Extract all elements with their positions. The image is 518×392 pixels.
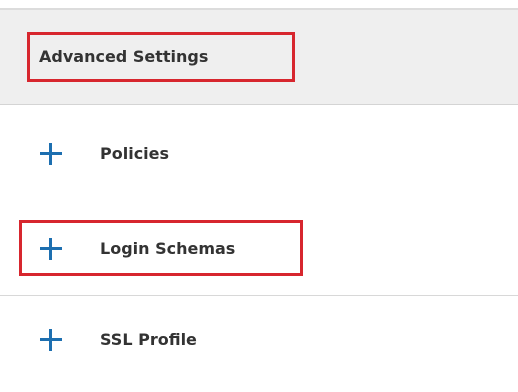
highlight-box-login-schemas <box>19 220 303 276</box>
plus-icon[interactable] <box>40 143 62 165</box>
row-ssl-profile[interactable]: SSL Profile <box>0 296 518 392</box>
plus-icon[interactable] <box>40 329 62 351</box>
row-label-ssl-profile: SSL Profile <box>100 330 197 349</box>
row-policies[interactable]: Policies <box>0 105 518 201</box>
row-label-policies: Policies <box>100 144 170 163</box>
advanced-settings-panel: Advanced Settings Policies Login Schemas… <box>0 0 518 392</box>
highlight-box-advanced-settings <box>27 32 295 82</box>
